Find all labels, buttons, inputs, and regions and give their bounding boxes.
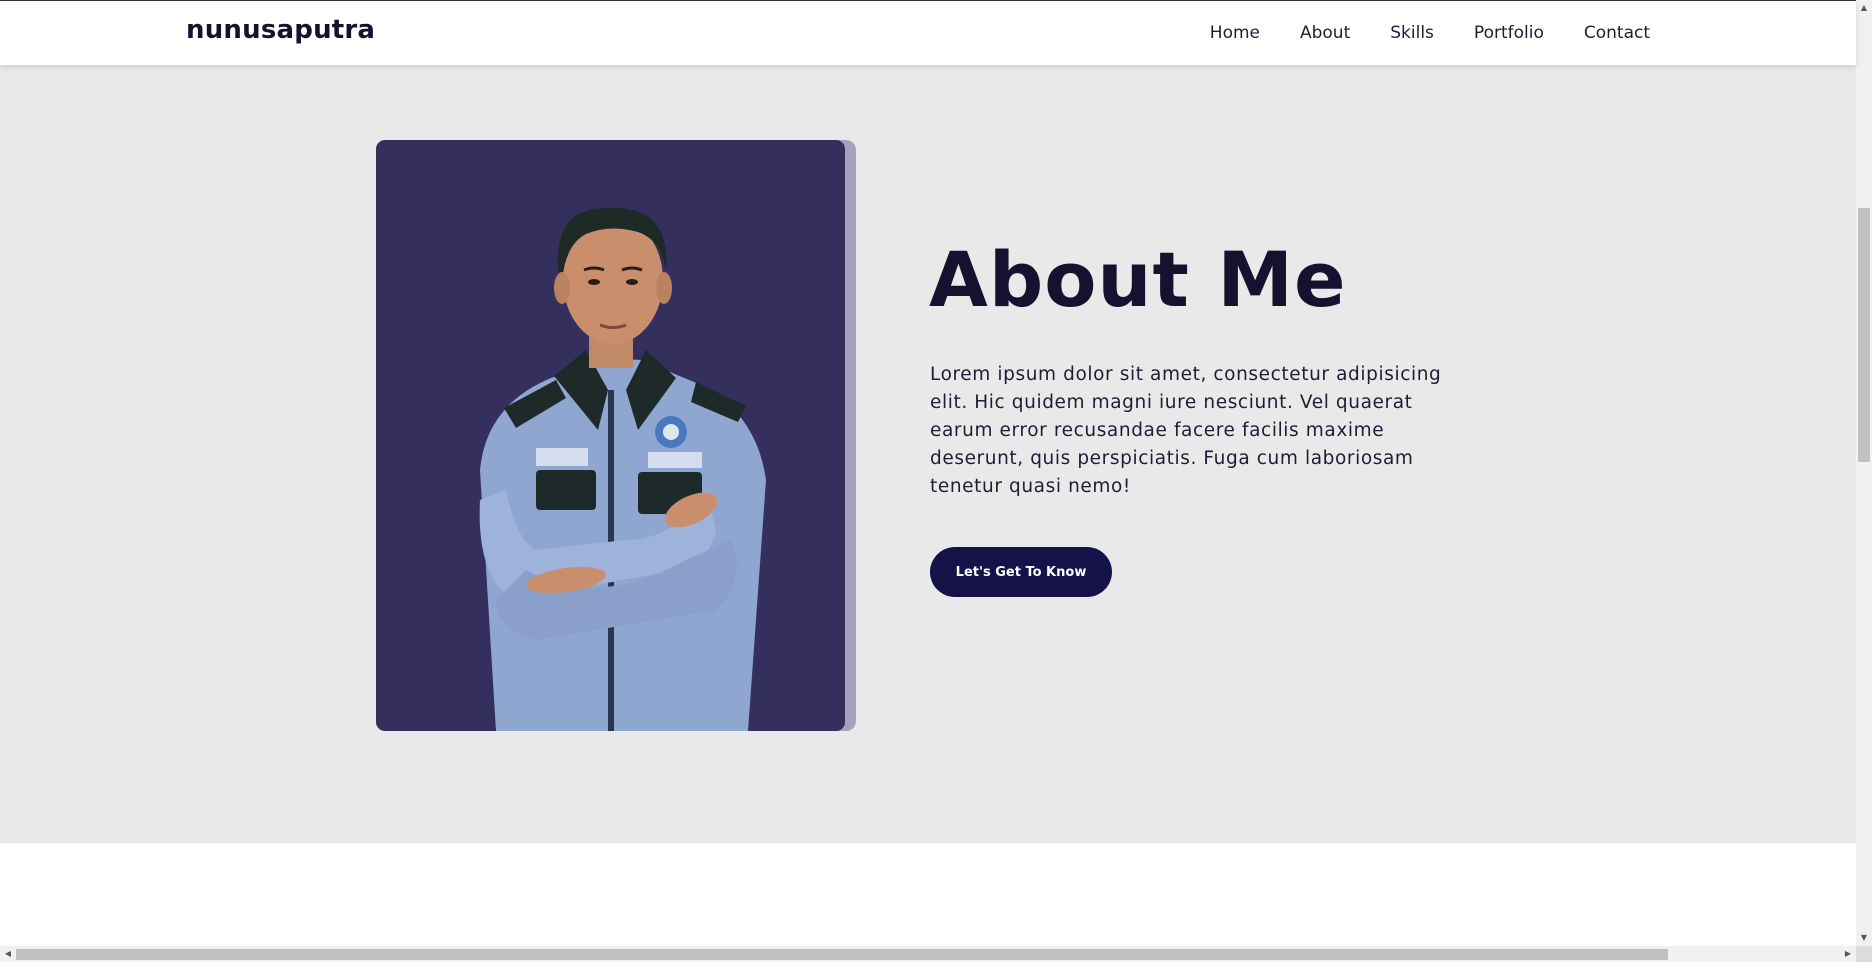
- about-title: About Me: [929, 235, 1347, 324]
- scroll-up-arrow-icon[interactable]: ▲: [1856, 0, 1872, 16]
- about-section: About Me Lorem ipsum dolor sit amet, con…: [0, 65, 1856, 843]
- nav-menu: Home About Skills Portfolio Contact: [1210, 23, 1650, 43]
- nav-link-contact[interactable]: Contact: [1584, 23, 1650, 43]
- horizontal-scrollbar[interactable]: ◀ ▶: [0, 946, 1856, 962]
- get-to-know-button[interactable]: Let's Get To Know: [930, 547, 1112, 597]
- profile-photo: [376, 140, 845, 731]
- nav-link-portfolio[interactable]: Portfolio: [1474, 23, 1544, 43]
- nav-link-home[interactable]: Home: [1210, 23, 1260, 43]
- scroll-left-arrow-icon[interactable]: ◀: [0, 946, 16, 962]
- navbar: nunusaputra Home About Skills Portfolio …: [0, 1, 1856, 65]
- scroll-right-arrow-icon[interactable]: ▶: [1840, 946, 1856, 962]
- scrollbar-corner: [1856, 946, 1872, 962]
- scroll-down-arrow-icon[interactable]: ▼: [1856, 930, 1872, 946]
- vertical-scrollbar[interactable]: ▲ ▼: [1856, 0, 1872, 946]
- horizontal-scroll-thumb[interactable]: [16, 949, 1668, 960]
- person-illustration: [479, 207, 766, 731]
- page: nunusaputra Home About Skills Portfolio …: [0, 0, 1872, 962]
- next-section: [0, 843, 1856, 946]
- about-description: Lorem ipsum dolor sit amet, consectetur …: [930, 364, 1442, 497]
- nav-link-skills[interactable]: Skills: [1390, 23, 1434, 43]
- nav-link-about[interactable]: About: [1300, 23, 1350, 43]
- vertical-scroll-thumb[interactable]: [1858, 208, 1870, 462]
- brand-logo[interactable]: nunusaputra: [186, 15, 375, 45]
